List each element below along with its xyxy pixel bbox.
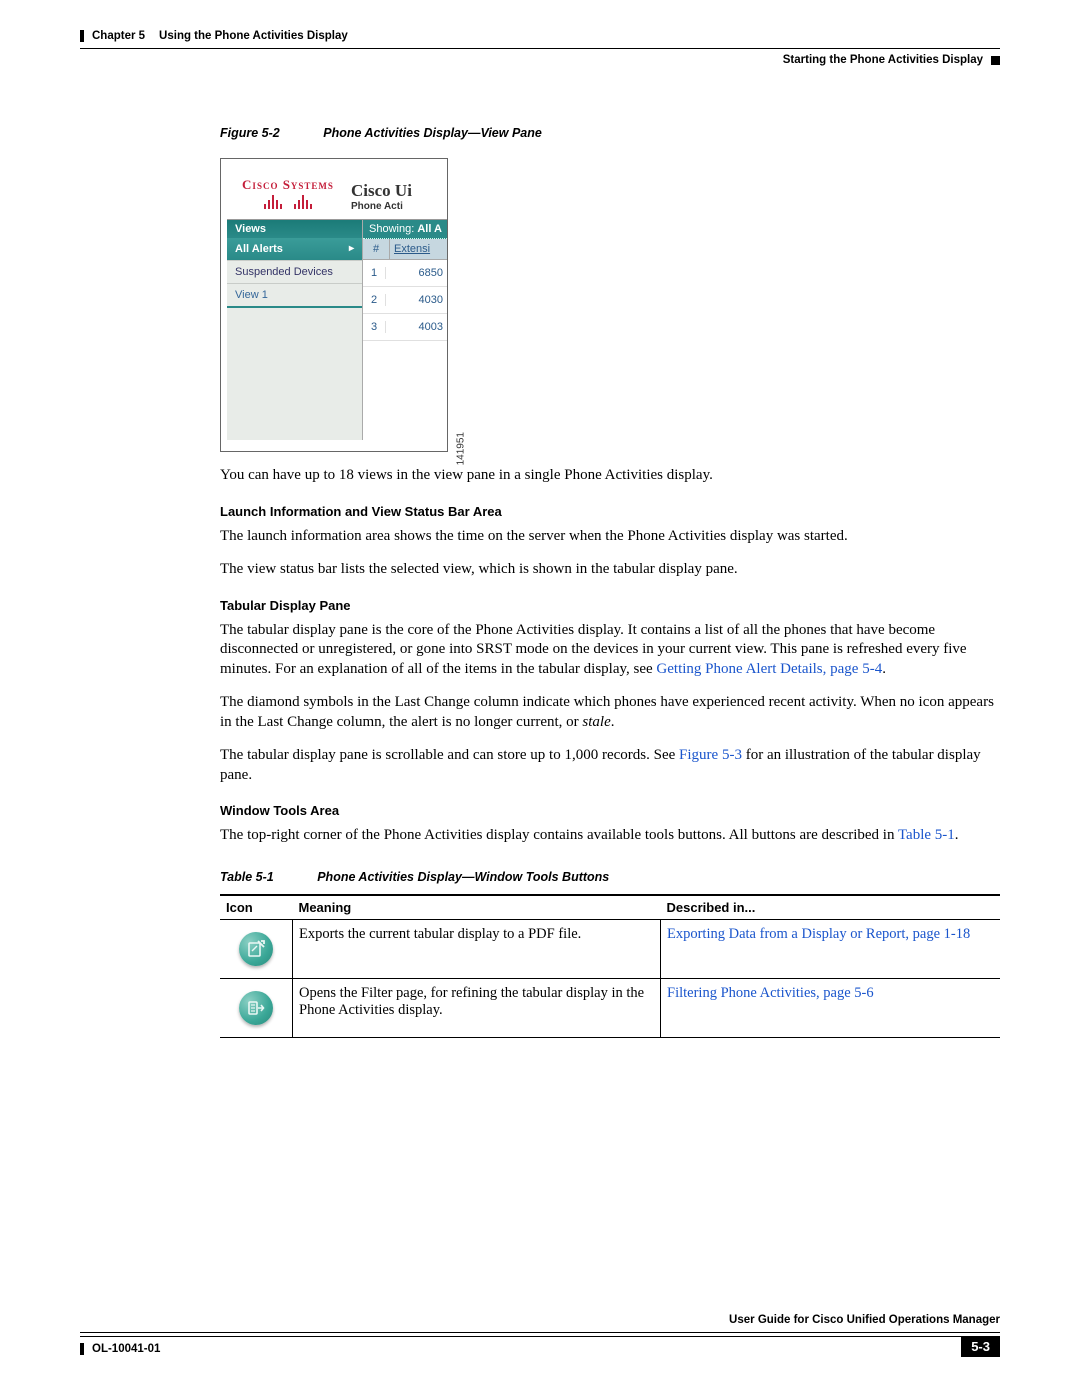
page-footer: User Guide for Cisco Unified Operations … — [80, 1332, 1000, 1357]
link-exporting-data[interactable]: Exporting Data from a Display or Report,… — [667, 926, 970, 942]
running-header: Chapter 5 Using the Phone Activities Dis… — [80, 30, 1000, 66]
cell-meaning: Opens the Filter page, for refining the … — [293, 978, 661, 1037]
figure-image-id: 141951 — [455, 432, 466, 465]
paragraph: The diamond symbols in the Last Change c… — [220, 693, 1000, 732]
chapter-title: Using the Phone Activities Display — [159, 30, 348, 42]
italic-stale: stale — [582, 714, 610, 730]
paragraph: The top-right corner of the Phone Activi… — [220, 826, 1000, 846]
th-meaning: Meaning — [293, 895, 661, 920]
table-row[interactable]: 2 4030 — [363, 287, 447, 314]
link-getting-phone-alert-details[interactable]: Getting Phone Alert Details, page 5-4 — [656, 661, 882, 677]
app-title: Cisco Ui — [351, 181, 412, 201]
paragraph: The tabular display pane is scrollable a… — [220, 746, 1000, 785]
table-row: Opens the Filter page, for refining the … — [220, 978, 1000, 1037]
heading-tabular-display: Tabular Display Pane — [220, 598, 1000, 613]
table-caption: Table 5-1 Phone Activities Display—Windo… — [220, 870, 1000, 884]
page-number-badge: 5-3 — [961, 1336, 1000, 1357]
header-rule — [80, 48, 1000, 49]
table-row[interactable]: 1 6850 — [363, 260, 447, 287]
table-title: Phone Activities Display—Window Tools Bu… — [317, 870, 609, 884]
showing-bar: Showing: All A — [363, 220, 447, 239]
header-right: Starting the Phone Activities Display — [783, 54, 1000, 66]
col-number[interactable]: # — [363, 239, 390, 259]
heading-launch-info: Launch Information and View Status Bar A… — [220, 504, 1000, 519]
view-item-suspended-devices[interactable]: Suspended Devices — [227, 261, 362, 284]
link-table-5-1[interactable]: Table 5-1 — [898, 827, 955, 843]
filter-icon — [239, 991, 273, 1025]
section-title: Starting the Phone Activities Display — [783, 54, 983, 66]
table-row[interactable]: 3 4003 — [363, 314, 447, 341]
paragraph: The launch information area shows the ti… — [220, 527, 1000, 547]
figure-title: Phone Activities Display—View Pane — [323, 126, 542, 140]
link-filtering-phone-activities[interactable]: Filtering Phone Activities, page 5-6 — [667, 985, 874, 1001]
chapter-label: Chapter 5 — [92, 30, 145, 42]
th-described: Described in... — [661, 895, 1001, 920]
export-pdf-icon — [239, 932, 273, 966]
views-pane: Views All Alerts Suspended Devices View … — [227, 220, 363, 440]
bridge-icon — [294, 195, 312, 209]
th-icon: Icon — [220, 895, 293, 920]
paragraph: The view status bar lists the selected v… — [220, 560, 1000, 580]
cisco-systems-logo: Cisco Systems — [233, 177, 343, 209]
footer-doc-id: OL-10041-01 — [80, 1343, 160, 1355]
link-figure-5-3[interactable]: Figure 5-3 — [679, 747, 742, 763]
cell-meaning: Exports the current tabular display to a… — [293, 919, 661, 978]
footer-guide-title: User Guide for Cisco Unified Operations … — [729, 1314, 1000, 1326]
table-pane: Showing: All A # Extensi 1 6850 — [363, 220, 447, 440]
table-header-row: # Extensi — [363, 239, 447, 260]
view-item-all-alerts[interactable]: All Alerts — [227, 238, 362, 261]
col-extension[interactable]: Extensi — [390, 239, 447, 259]
paragraph: You can have up to 18 views in the view … — [220, 466, 1000, 486]
views-header: Views — [227, 220, 362, 238]
table-row: Exports the current tabular display to a… — [220, 919, 1000, 978]
table-label: Table 5-1 — [220, 870, 274, 884]
app-subtitle: Phone Acti — [351, 201, 412, 212]
view-item-view-1[interactable]: View 1 — [227, 284, 362, 308]
paragraph: The tabular display pane is the core of … — [220, 621, 1000, 680]
window-tools-table: Icon Meaning Described in... — [220, 894, 1000, 1038]
header-endcap-icon — [991, 56, 1000, 65]
figure-5-2: Cisco Systems Cisco Ui — [220, 158, 448, 452]
figure-caption: Figure 5-2 Phone Activities Display—View… — [220, 126, 1000, 140]
header-left: Chapter 5 Using the Phone Activities Dis… — [80, 30, 348, 42]
bridge-icon — [264, 195, 282, 209]
figure-label: Figure 5-2 — [220, 126, 280, 140]
heading-window-tools: Window Tools Area — [220, 803, 1000, 818]
